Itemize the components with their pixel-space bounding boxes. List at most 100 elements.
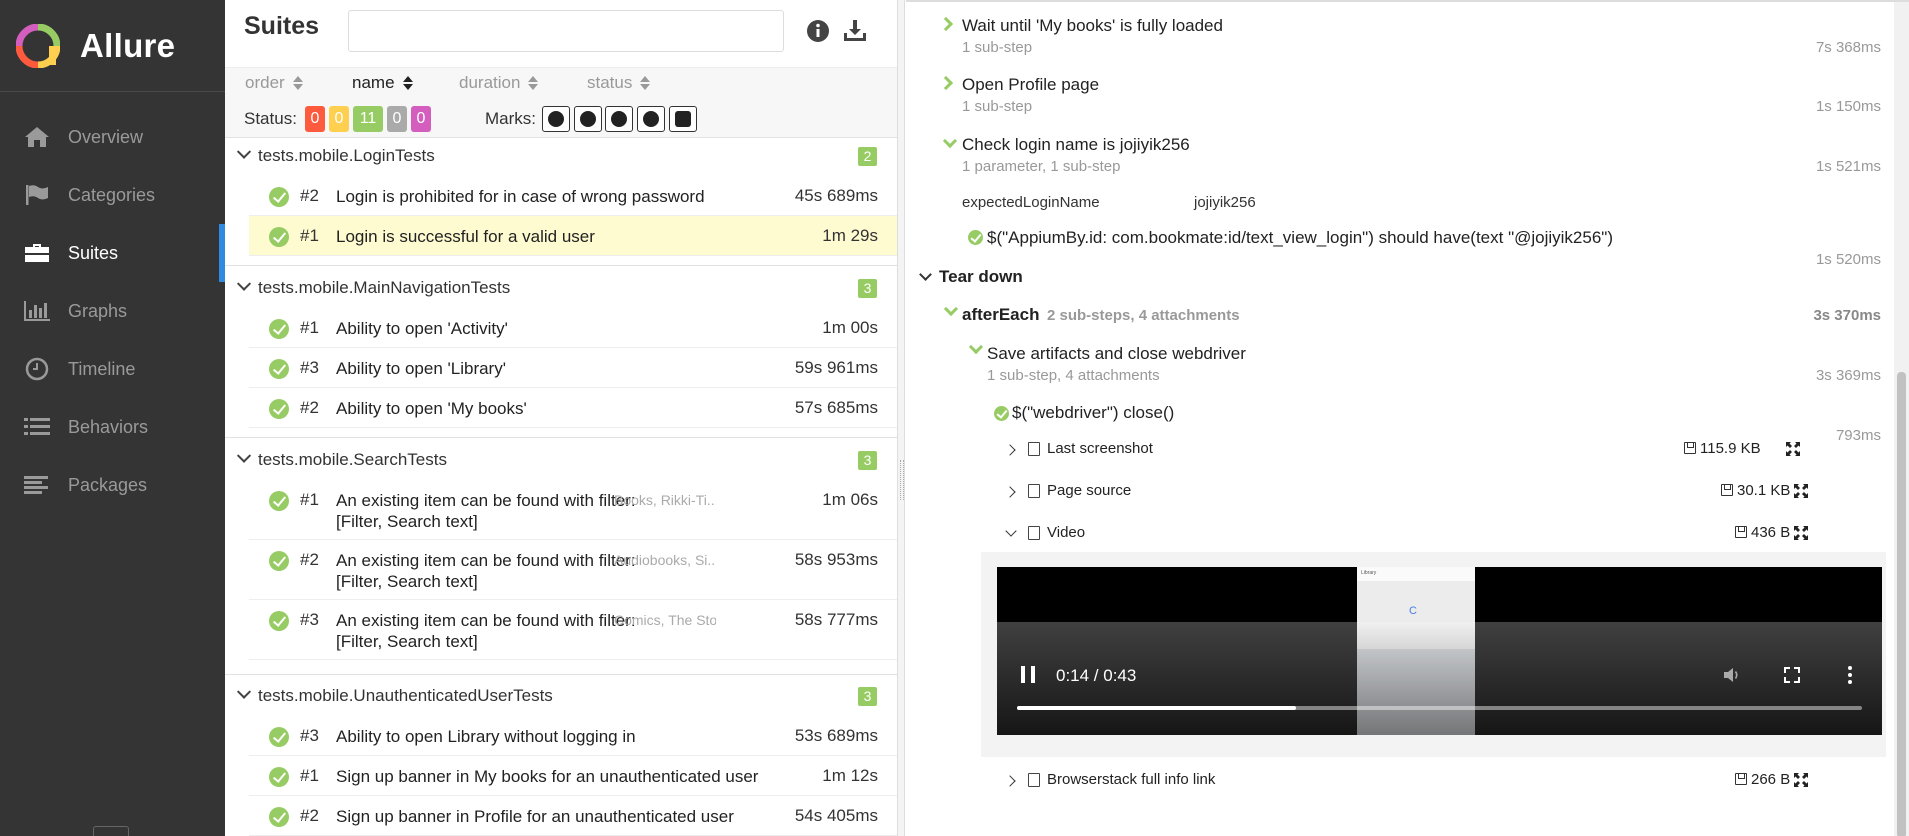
parameter-name: expectedLoginName — [962, 194, 1100, 211]
scrollbar[interactable] — [1894, 2, 1909, 836]
attachment-row[interactable]: Page source 30.1 KB — [1001, 475, 1808, 509]
test-name: Login is successful for a valid user — [336, 227, 595, 246]
divider — [225, 428, 897, 438]
sort-name[interactable]: name — [352, 73, 413, 93]
test-row[interactable]: #2 Login is prohibited for in case of wr… — [249, 176, 897, 216]
step-meta: 1 sub-step — [962, 98, 1033, 115]
test-row[interactable]: #2 Ability to open 'My books' 57s 685ms — [249, 388, 897, 428]
status-skipped-toggle[interactable]: 0 — [387, 106, 407, 132]
step-title[interactable]: Check login name is jojiyik256 — [962, 135, 1190, 155]
mark-retries-button[interactable] — [669, 106, 697, 132]
suite-group-main-navigation[interactable]: tests.mobile.MainNavigationTests 3 — [225, 270, 897, 306]
suite-group-search[interactable]: tests.mobile.SearchTests 3 — [225, 442, 897, 478]
test-duration: 1m 12s — [822, 766, 878, 785]
video-progress-bar[interactable] — [1017, 706, 1862, 710]
suite-group-unauthenticated[interactable]: tests.mobile.UnauthenticatedUserTests 3 — [225, 678, 897, 714]
test-row[interactable]: #1 An existing item can be found with fi… — [249, 480, 897, 540]
expand-icon[interactable] — [1794, 484, 1808, 498]
status-passed-toggle[interactable]: 11 — [353, 106, 383, 132]
sidebar-item-behaviors[interactable]: Behaviors — [0, 398, 225, 456]
step-title[interactable]: Save artifacts and close webdriver — [987, 344, 1246, 364]
mark-new-broken-button[interactable] — [637, 106, 665, 132]
pause-icon[interactable] — [1021, 666, 1035, 683]
chevron-right-icon — [938, 16, 954, 32]
sidebar-item-graphs[interactable]: Graphs — [0, 282, 225, 340]
step-title: $("webdriver") close() — [1012, 403, 1175, 422]
passed-check-icon — [269, 399, 289, 419]
sidebar-item-timeline[interactable]: Timeline — [0, 340, 225, 398]
teardown-title[interactable]: Tear down — [939, 267, 1023, 287]
page-title: Suites — [244, 12, 320, 40]
brand[interactable]: Allure — [0, 0, 225, 92]
mark-new-passed-button[interactable] — [605, 106, 633, 132]
passed-count-badge: 3 — [858, 451, 877, 470]
status-broken-toggle[interactable]: 0 — [329, 106, 349, 132]
chevron-right-icon — [938, 75, 954, 91]
video-file-icon — [1028, 773, 1040, 787]
test-name: An existing item can be found with filte… — [336, 491, 636, 531]
sort-status[interactable]: status — [587, 73, 651, 93]
step-title[interactable]: Open Profile page — [962, 75, 1099, 95]
test-row[interactable]: #1 Ability to open 'Activity' 1m 00s — [249, 308, 897, 348]
test-order: #3 — [300, 358, 319, 377]
sort-duration[interactable]: duration — [459, 73, 539, 93]
sort-order[interactable]: order — [245, 73, 303, 93]
attachment-row[interactable]: Last screenshot 115.9 KB — [1001, 433, 1800, 467]
passed-check-icon — [269, 319, 289, 339]
expand-icon[interactable] — [1794, 773, 1808, 787]
sidebar-item-categories[interactable]: Categories — [0, 166, 225, 224]
status-label: Status: — [244, 109, 297, 128]
suite-group-login[interactable]: tests.mobile.LoginTests 2 — [225, 138, 897, 174]
download-icon[interactable] — [842, 18, 868, 44]
sidebar-item-suites[interactable]: Suites — [0, 224, 225, 282]
search-input[interactable] — [348, 10, 784, 52]
chevron-down-icon — [968, 339, 984, 355]
expand-icon[interactable] — [1786, 442, 1800, 456]
attachment-row-expanded[interactable]: Video 436 B — [1001, 517, 1808, 551]
attachment-row[interactable]: Browserstack full info link 266 B — [1001, 764, 1808, 798]
step-title[interactable]: Wait until 'My books' is fully loaded — [962, 16, 1223, 36]
expand-icon[interactable] — [1794, 526, 1808, 540]
test-order: #1 — [300, 318, 319, 337]
test-row-selected[interactable]: #1 Login is successful for a valid user … — [249, 216, 897, 256]
test-details-pane: Wait until 'My books' is fully loaded 1 … — [906, 0, 1909, 836]
bar-chart-icon — [22, 298, 52, 324]
file-icon — [1028, 484, 1040, 498]
test-row[interactable]: #2 An existing item can be found with fi… — [249, 540, 897, 600]
status-unknown-toggle[interactable]: 0 — [411, 106, 431, 132]
test-row[interactable]: #3 Ability to open Library without loggi… — [249, 716, 897, 756]
suite-name: tests.mobile.UnauthenticatedUserTests — [258, 686, 553, 705]
step-title[interactable]: afterEach — [962, 305, 1039, 325]
test-row[interactable]: #2 Sign up banner in Profile for an unau… — [249, 796, 897, 836]
suite-name: tests.mobile.SearchTests — [258, 450, 447, 469]
collapse-sidebar-button[interactable] — [93, 826, 129, 836]
test-row[interactable]: #1 Sign up banner in My books for an una… — [249, 756, 897, 796]
status-failed-toggle[interactable]: 0 — [305, 106, 325, 132]
mark-new-failed-button[interactable] — [574, 106, 602, 132]
test-order: #2 — [300, 806, 319, 825]
test-order: #3 — [300, 726, 319, 745]
attachment-size: 436 B — [1735, 524, 1790, 541]
volume-icon[interactable] — [1722, 665, 1742, 685]
sidebar-item-overview[interactable]: Overview — [0, 108, 225, 166]
divider — [225, 665, 897, 675]
divider — [225, 256, 897, 266]
step-duration: 3s 370ms — [1813, 307, 1881, 324]
scrollbar-thumb[interactable] — [1897, 372, 1906, 836]
test-duration: 1m 06s — [822, 490, 878, 509]
pane-splitter[interactable] — [898, 0, 905, 836]
passed-count-badge: 3 — [858, 279, 877, 298]
test-order: #1 — [300, 766, 319, 785]
test-row[interactable]: #3 Ability to open 'Library' 59s 961ms — [249, 348, 897, 388]
test-name: Ability to open 'Library' — [336, 359, 506, 378]
test-duration: 58s 777ms — [794, 610, 878, 629]
more-vertical-icon[interactable] — [1840, 665, 1860, 685]
test-row[interactable]: #3 An existing item can be found with fi… — [249, 600, 897, 660]
sidebar-item-packages[interactable]: Packages — [0, 456, 225, 514]
fullscreen-icon[interactable] — [1782, 665, 1802, 685]
mark-flaky-button[interactable] — [542, 106, 570, 132]
info-icon[interactable] — [805, 18, 831, 44]
sidebar-item-label: Packages — [68, 474, 148, 495]
attachment-size: 266 B — [1735, 771, 1790, 788]
sidebar-item-label: Behaviors — [68, 416, 149, 437]
